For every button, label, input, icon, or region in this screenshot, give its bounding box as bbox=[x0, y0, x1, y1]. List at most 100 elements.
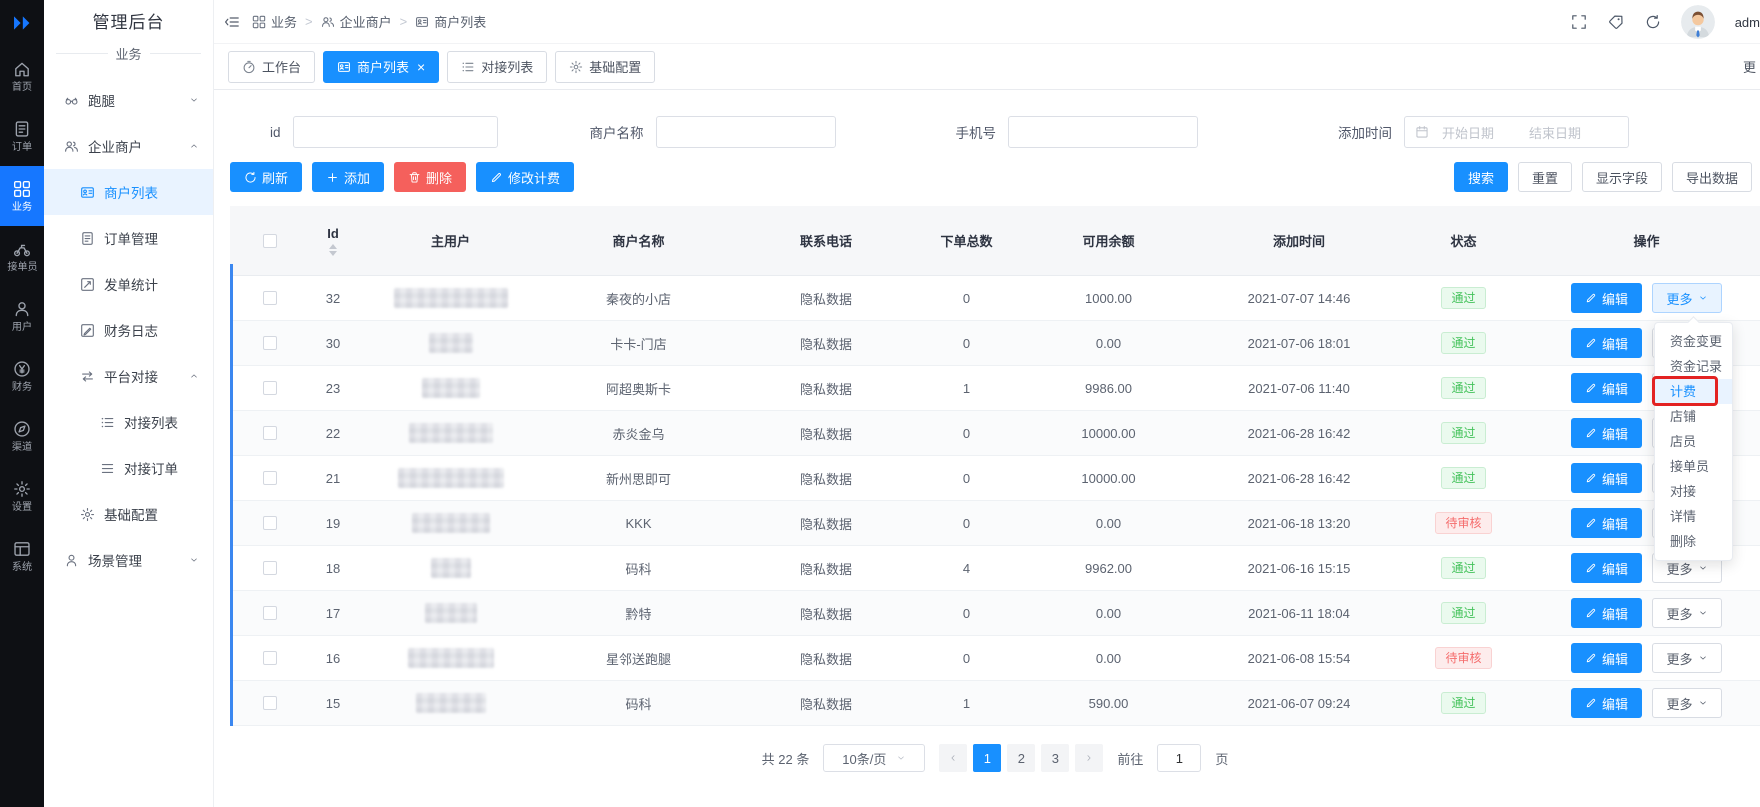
reset-button[interactable]: 重置 bbox=[1518, 162, 1572, 192]
edit-button[interactable]: 编辑 bbox=[1571, 463, 1642, 493]
sidebar-item-integration-list[interactable]: 对接列表 bbox=[44, 399, 213, 445]
row-checkbox[interactable] bbox=[263, 291, 277, 305]
row-checkbox[interactable] bbox=[263, 561, 277, 575]
rail-item-channels[interactable]: 渠道 bbox=[0, 406, 44, 466]
avatar[interactable] bbox=[1681, 5, 1715, 39]
more-menu-item-billing[interactable]: 计费 bbox=[1655, 379, 1732, 404]
theme-icon[interactable] bbox=[1608, 14, 1624, 30]
edit-button[interactable]: 编辑 bbox=[1571, 688, 1642, 718]
cell-balance: 0.00 bbox=[1096, 336, 1121, 351]
sidebar-item-dispatch-stats[interactable]: 发单统计 bbox=[44, 261, 213, 307]
more-menu-item-delete[interactable]: 删除 bbox=[1655, 529, 1732, 554]
sidebar-item-scene-management[interactable]: 场景管理 bbox=[44, 537, 213, 583]
breadcrumb-item-business[interactable]: 业务 bbox=[252, 12, 297, 31]
row-checkbox[interactable] bbox=[263, 606, 277, 620]
tab-workbench[interactable]: 工作台 bbox=[228, 51, 315, 83]
phone-filter-input[interactable] bbox=[1008, 116, 1198, 148]
sidebar-item-basic-config[interactable]: 基础配置 bbox=[44, 491, 213, 537]
username[interactable]: adm bbox=[1735, 15, 1760, 30]
more-button[interactable]: 更多 bbox=[1652, 283, 1722, 313]
page-button-3[interactable]: 3 bbox=[1041, 744, 1069, 772]
sidebar-item-enterprise-merchant[interactable]: 企业商户 bbox=[44, 123, 213, 169]
sidebar-item-merchant-list[interactable]: 商户列表 bbox=[44, 169, 213, 215]
delete-button[interactable]: 删除 bbox=[394, 162, 466, 192]
id-filter-input[interactable] bbox=[293, 116, 498, 148]
sort-asc-icon[interactable] bbox=[329, 244, 337, 249]
columns-button[interactable]: 显示字段 bbox=[1582, 162, 1662, 192]
sidebar-item-order-management[interactable]: 订单管理 bbox=[44, 215, 213, 261]
start-date-placeholder: 开始日期 bbox=[1442, 123, 1494, 142]
rail-item-orders[interactable]: 订单 bbox=[0, 106, 44, 166]
app-logo[interactable] bbox=[0, 0, 44, 46]
page-button-1[interactable]: 1 bbox=[973, 744, 1001, 772]
cell-order-count: 0 bbox=[963, 426, 970, 441]
more-button[interactable]: 更多 bbox=[1652, 643, 1722, 673]
edit-button[interactable]: 编辑 bbox=[1571, 283, 1642, 313]
dashboard-icon bbox=[242, 60, 256, 74]
breadcrumb-item-enterprise-merchant[interactable]: 企业商户 bbox=[321, 12, 392, 31]
row-checkbox[interactable] bbox=[263, 336, 277, 350]
page-button-2[interactable]: 2 bbox=[1007, 744, 1035, 772]
more-button[interactable]: 更多 bbox=[1652, 598, 1722, 628]
refresh-button[interactable]: 刷新 bbox=[230, 162, 302, 192]
prev-page-button[interactable] bbox=[939, 744, 967, 772]
export-button[interactable]: 导出数据 bbox=[1672, 162, 1752, 192]
sidebar-item-finance-log[interactable]: 财务日志 bbox=[44, 307, 213, 353]
table-cell: 0 bbox=[920, 291, 1013, 306]
edit-button[interactable]: 编辑 bbox=[1571, 598, 1642, 628]
select-all-checkbox[interactable] bbox=[263, 234, 277, 248]
edit-button[interactable]: 编辑 bbox=[1571, 373, 1642, 403]
tab-integration-list[interactable]: 对接列表 bbox=[447, 51, 547, 83]
rail-item-finance[interactable]: 财务 bbox=[0, 346, 44, 406]
table-cell: 0.00 bbox=[1013, 651, 1204, 666]
row-checkbox[interactable] bbox=[263, 651, 277, 665]
sidebar-item-integration-orders[interactable]: 对接订单 bbox=[44, 445, 213, 491]
more-button[interactable]: 更多 bbox=[1652, 688, 1722, 718]
refresh-icon[interactable] bbox=[1645, 14, 1661, 30]
fullscreen-icon[interactable] bbox=[1571, 14, 1587, 30]
sidebar-item-platform-integration[interactable]: 平台对接 bbox=[44, 353, 213, 399]
goto-page-input[interactable] bbox=[1157, 744, 1201, 772]
more-menu-item-receiver[interactable]: 接单员 bbox=[1655, 454, 1732, 479]
tabs-overflow[interactable]: 更 bbox=[1743, 57, 1758, 76]
edit-button[interactable]: 编辑 bbox=[1571, 328, 1642, 358]
rail-item-users[interactable]: 用户 bbox=[0, 286, 44, 346]
row-checkbox[interactable] bbox=[263, 471, 277, 485]
more-menu-item-integration[interactable]: 对接 bbox=[1655, 479, 1732, 504]
tab-merchant-list[interactable]: 商户列表× bbox=[323, 51, 439, 83]
sidebar-item-errand[interactable]: 跑腿 bbox=[44, 77, 213, 123]
more-menu-item-details[interactable]: 详情 bbox=[1655, 504, 1732, 529]
row-checkbox[interactable] bbox=[263, 516, 277, 530]
rail-item-settings[interactable]: 设置 bbox=[0, 466, 44, 526]
search-button[interactable]: 搜索 bbox=[1454, 162, 1508, 192]
breadcrumb-item-merchant-list[interactable]: 商户列表 bbox=[415, 12, 486, 31]
edit-button[interactable]: 编辑 bbox=[1571, 643, 1642, 673]
add-button[interactable]: 添加 bbox=[312, 162, 384, 192]
rail-item-system[interactable]: 系统 bbox=[0, 526, 44, 586]
table-cell: 0 bbox=[920, 516, 1013, 531]
rail-item-business[interactable]: 业务 bbox=[0, 166, 44, 226]
merchant-name-filter-input[interactable] bbox=[656, 116, 836, 148]
row-checkbox[interactable] bbox=[263, 426, 277, 440]
row-checkbox[interactable] bbox=[263, 381, 277, 395]
sort-desc-icon[interactable] bbox=[329, 251, 337, 256]
more-menu-item-fund-records[interactable]: 资金记录 bbox=[1655, 354, 1732, 379]
more-menu-item-shop[interactable]: 店铺 bbox=[1655, 404, 1732, 429]
page-size-select[interactable]: 10条/页 bbox=[823, 744, 925, 772]
date-range-picker[interactable]: 开始日期 结束日期 bbox=[1404, 116, 1629, 148]
edit-billing-button[interactable]: 修改计费 bbox=[476, 162, 574, 192]
more-menu-item-fund-change[interactable]: 资金变更 bbox=[1655, 329, 1732, 354]
collapse-sidebar-icon[interactable] bbox=[224, 14, 240, 30]
edit-button[interactable]: 编辑 bbox=[1571, 553, 1642, 583]
more-menu-item-clerk[interactable]: 店员 bbox=[1655, 429, 1732, 454]
row-checkbox[interactable] bbox=[263, 696, 277, 710]
edit-button[interactable]: 编辑 bbox=[1571, 508, 1642, 538]
next-page-button[interactable] bbox=[1075, 744, 1103, 772]
tab-basic-config[interactable]: 基础配置 bbox=[555, 51, 655, 83]
cell-balance: 1000.00 bbox=[1085, 291, 1132, 306]
rail-item-home[interactable]: 首页 bbox=[0, 46, 44, 106]
rail-item-receivers[interactable]: 接单员 bbox=[0, 226, 44, 286]
table-body: 32秦夜的小店隐私数据01000.002021-07-07 14:46通过编辑更… bbox=[230, 276, 1760, 726]
edit-button[interactable]: 编辑 bbox=[1571, 418, 1642, 448]
header-cell-0[interactable]: Id bbox=[310, 226, 356, 256]
